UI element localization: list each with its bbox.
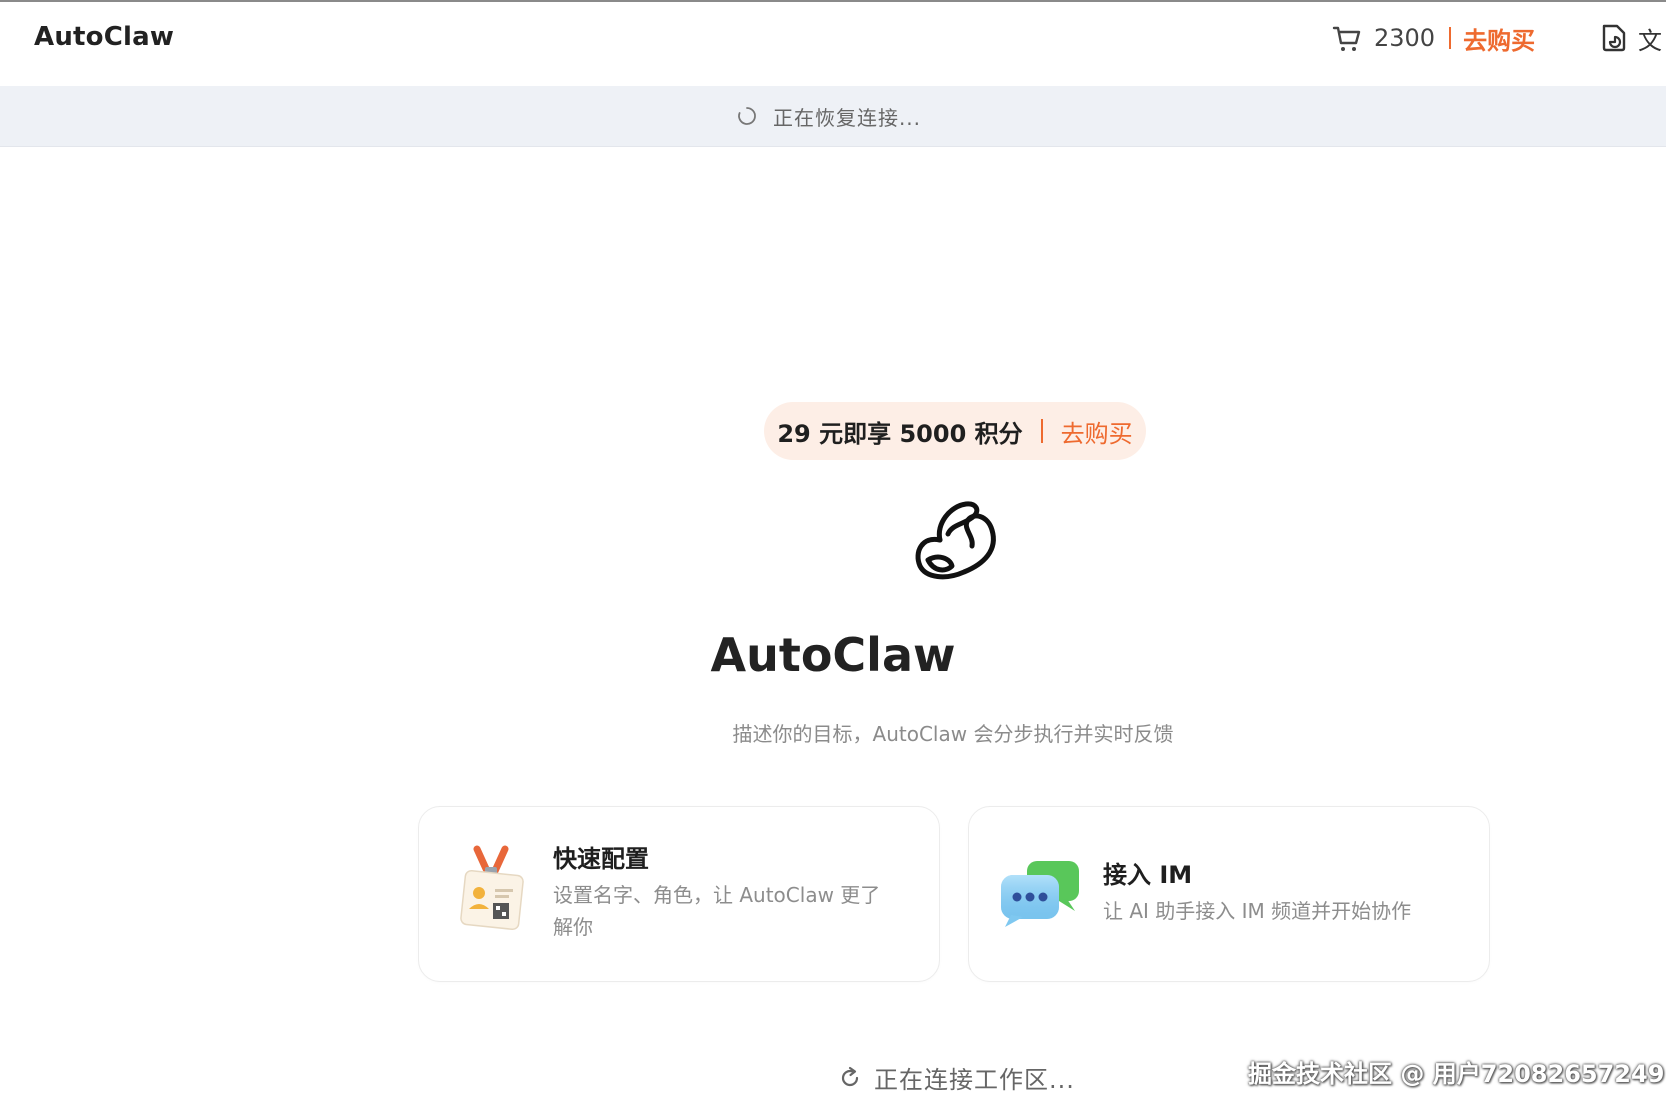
promo-buy-link[interactable]: 去购买: [1061, 414, 1133, 449]
autoclaw-logo-icon: [915, 501, 996, 580]
connect-im-desc: 让 AI 助手接入 IM 频道并开始协作: [1103, 899, 1412, 923]
promo-pill[interactable]: 29 元即享 5000 积分 去购买: [764, 402, 1146, 460]
banner-text: 正在恢复连接...: [772, 105, 922, 130]
credits-area: 2300 去购买: [1332, 20, 1535, 56]
quick-setup-card[interactable]: 快速配置 设置名字、角色，让 AutoClaw 更了 解你: [418, 806, 940, 982]
quick-setup-desc: 设置名字、角色，让 AutoClaw 更了 解你: [553, 879, 880, 943]
document-button-label: 文: [1638, 26, 1662, 55]
refresh-icon: [841, 1066, 859, 1086]
chat-bubbles-icon: [1001, 861, 1079, 927]
workspace-connect-status: 正在连接工作区...: [838, 1060, 1075, 1095]
watermark: 掘金技术社区 @ 用户72082657249: [1248, 1060, 1665, 1088]
buy-credits-link[interactable]: 去购买: [1463, 21, 1535, 56]
reconnect-banner: 正在恢复连接...: [0, 86, 1666, 147]
credits-divider: [1449, 27, 1452, 49]
document-icon: [1602, 24, 1626, 52]
quick-setup-desc-line1: 设置名字、角色，让 AutoClaw 更了: [553, 883, 881, 907]
credits-value: 2300: [1374, 24, 1436, 52]
cart-icon: [1332, 26, 1361, 51]
app-header: AutoClaw 2300 去购买 文: [0, 2, 1666, 86]
hero-title: AutoClaw: [710, 628, 956, 682]
app-title: AutoClaw: [34, 22, 175, 52]
quick-setup-title: 快速配置: [553, 845, 649, 873]
footer-status-text: 正在连接工作区...: [874, 1066, 1075, 1094]
connect-im-title: 接入 IM: [1103, 861, 1193, 889]
hero-subtitle: 描述你的目标，AutoClaw 会分步执行并实时反馈: [732, 722, 1174, 746]
document-button[interactable]: 文: [1600, 22, 1662, 55]
connect-im-card[interactable]: 接入 IM 让 AI 助手接入 IM 频道并开始协作: [968, 806, 1490, 982]
promo-divider: [1040, 419, 1043, 443]
spinner-icon: [738, 107, 756, 125]
quick-setup-desc-line2: 解你: [553, 915, 593, 939]
promo-text: 29 元即享 5000 积分: [777, 419, 1023, 448]
hero-title-wrap: AutoClaw: [0, 628, 1666, 682]
id-badge-icon: [460, 845, 524, 931]
